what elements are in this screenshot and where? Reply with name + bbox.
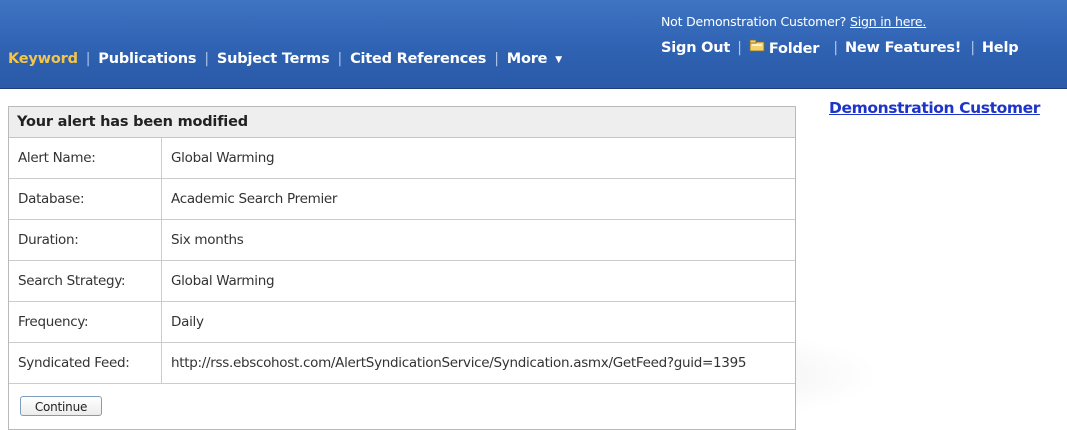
utility-links: Sign Out | Folder | New Features! | Help [661, 37, 1019, 59]
utility-separator: | [970, 40, 975, 56]
panel-title: Your alert has been modified [9, 107, 795, 138]
frequency-value: Daily [171, 314, 204, 330]
new-features-link[interactable]: New Features! [845, 40, 961, 56]
folder-link[interactable]: Folder [749, 39, 820, 57]
demonstration-customer-link[interactable]: Demonstration Customer [829, 99, 1040, 117]
tab-subject-terms[interactable]: Subject Terms [217, 51, 330, 67]
tab-separator: | [204, 51, 209, 67]
search-strategy-value: Global Warming [171, 273, 275, 289]
folder-label: Folder [768, 40, 820, 57]
help-link[interactable]: Help [982, 40, 1019, 56]
duration-row: Duration: Six months [9, 220, 795, 261]
nav-tabs: Keyword | Publications | Subject Terms |… [8, 47, 562, 71]
chevron-down-icon: ▼ [555, 55, 563, 65]
database-row: Database: Academic Search Premier [9, 179, 795, 220]
syndicated-feed-url[interactable]: http://rss.ebscohost.com/AlertSyndicatio… [162, 343, 795, 383]
tab-more-label: More [506, 51, 548, 67]
tab-separator: | [494, 51, 499, 67]
not-customer-text: Not Demonstration Customer? [661, 14, 847, 29]
folder-icon [749, 39, 765, 51]
frequency-label: Frequency: [9, 302, 162, 342]
duration-label: Duration: [9, 220, 162, 260]
tab-separator: | [337, 51, 343, 67]
not-customer-prompt: Not Demonstration Customer? Sign in here. [661, 14, 926, 29]
tab-cited-references[interactable]: Cited References [350, 51, 486, 67]
frequency-row: Frequency: Daily [9, 302, 795, 343]
syndicated-feed-label: Syndicated Feed: [9, 343, 162, 383]
syndicated-feed-row: Syndicated Feed: http://rss.ebscohost.co… [9, 343, 795, 384]
alert-name-label: Alert Name: [9, 138, 162, 178]
search-strategy-row: Search Strategy: Global Warming [9, 261, 795, 302]
tab-publications[interactable]: Publications [98, 51, 196, 67]
alert-name-value: Global Warming [171, 150, 275, 166]
tab-separator: | [85, 51, 91, 67]
alert-confirmation-panel: Your alert has been modified Alert Name:… [8, 106, 796, 430]
database-value: Academic Search Premier [171, 191, 338, 207]
sign-in-link[interactable]: Sign in here. [850, 14, 926, 29]
duration-value: Six months [171, 232, 244, 248]
utility-separator: | [737, 40, 742, 56]
sign-out-link[interactable]: Sign Out [661, 40, 730, 56]
utility-separator: | [833, 40, 838, 56]
search-strategy-label: Search Strategy: [9, 261, 162, 301]
database-label: Database: [9, 179, 162, 219]
tab-more[interactable]: More ▼ [506, 51, 563, 67]
alert-name-row: Alert Name: Global Warming [9, 138, 795, 179]
tab-keyword[interactable]: Keyword [8, 51, 78, 67]
continue-button[interactable]: Continue [20, 396, 102, 416]
top-navigation-bar: Keyword | Publications | Subject Terms |… [0, 0, 1067, 89]
